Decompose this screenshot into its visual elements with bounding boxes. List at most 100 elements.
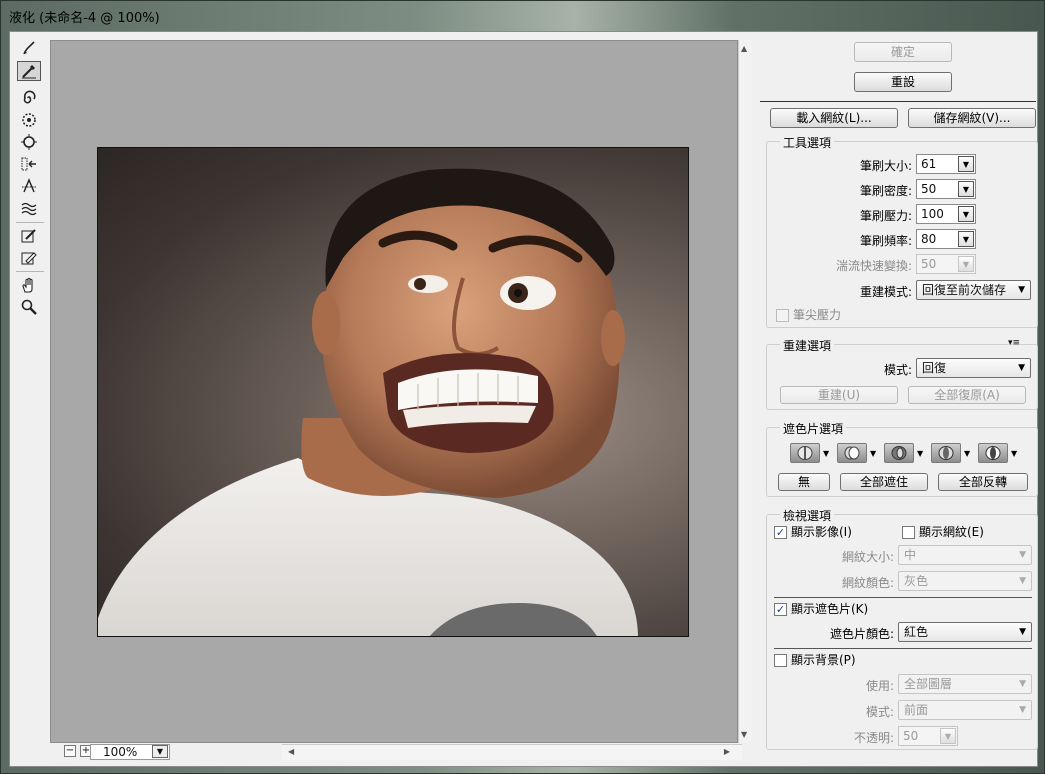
chevron-down-icon[interactable]: ▼: [940, 728, 956, 744]
chevron-down-icon[interactable]: ▼: [958, 156, 974, 172]
reconstruct-options-mode-select[interactable]: 回復 ▼: [916, 358, 1031, 378]
reconstruct-tool[interactable]: [17, 61, 41, 81]
turbulent-jitter-field[interactable]: 50 ▼: [916, 254, 976, 274]
chevron-down-icon: ▼: [1018, 285, 1025, 295]
view-options-title: 檢視選項: [780, 507, 835, 524]
brush-size-label: 筆刷大小:: [859, 159, 912, 173]
mask-replace-selection-button[interactable]: [790, 443, 820, 463]
mask-subtract-selection-button[interactable]: [884, 443, 914, 463]
chevron-down-icon[interactable]: ▼: [958, 256, 974, 272]
scroll-left-icon[interactable]: ◀: [288, 747, 294, 756]
reconstruct-options-title: 重建選項: [780, 337, 835, 354]
mask-subtract-icon: [891, 446, 907, 460]
freeze-mask-tool[interactable]: [17, 226, 41, 246]
checkmark-icon: ✓: [774, 603, 787, 616]
invert-all-button[interactable]: 全部反轉: [938, 473, 1028, 491]
push-left-tool[interactable]: [17, 154, 41, 174]
backdrop-mode-select[interactable]: 前面 ▼: [898, 700, 1032, 720]
panel-menu-icon[interactable]: ▾≡: [1008, 338, 1020, 348]
show-mesh-checkbox[interactable]: 顯示網紋(E): [902, 525, 984, 539]
thaw-mask-tool[interactable]: [17, 248, 41, 268]
mask-add-icon: [844, 446, 860, 460]
divider: [760, 101, 1036, 102]
twirl-tool[interactable]: [17, 88, 41, 108]
toolbar-divider: [16, 271, 44, 272]
hand-tool[interactable]: [17, 275, 41, 295]
bloat-tool[interactable]: [17, 132, 41, 152]
brush-rate-field[interactable]: 80 ▼: [916, 229, 976, 249]
chevron-down-icon: ▼: [1019, 627, 1026, 637]
show-image-checkbox[interactable]: ✓ 顯示影像(I): [774, 525, 852, 539]
zoom-out-button[interactable]: −: [64, 745, 76, 757]
preview-image[interactable]: [97, 147, 689, 637]
chevron-down-icon: ▼: [1019, 679, 1026, 689]
turbulence-icon: [21, 202, 37, 216]
chevron-down-icon[interactable]: ▼: [917, 449, 923, 458]
save-mesh-button[interactable]: 儲存網紋(V)...: [908, 108, 1036, 128]
vertical-scrollbar[interactable]: ▲ ▼: [738, 40, 752, 743]
reconstruct-mode-select[interactable]: 回復至前次儲存 ▼: [916, 280, 1031, 300]
mask-intersect-selection-button[interactable]: [931, 443, 961, 463]
mesh-color-select[interactable]: 灰色 ▼: [898, 571, 1032, 591]
chevron-down-icon: ▼: [1018, 363, 1025, 373]
mirror-icon: [22, 178, 36, 193]
brush-size-field[interactable]: 61 ▼: [916, 154, 976, 174]
mesh-size-select[interactable]: 中 ▼: [898, 545, 1032, 565]
zoom-icon: [21, 299, 37, 315]
reconstruct-mode-label: 重建模式:: [859, 285, 912, 299]
chevron-down-icon[interactable]: ▼: [964, 449, 970, 458]
opacity-label: 不透明:: [853, 731, 894, 745]
chevron-down-icon[interactable]: ▼: [823, 449, 829, 458]
use-layer-select[interactable]: 全部圖層 ▼: [898, 674, 1032, 694]
mask-color-select[interactable]: 紅色 ▼: [898, 622, 1032, 642]
turbulence-tool[interactable]: [17, 198, 41, 218]
chevron-down-icon: ▼: [1019, 576, 1026, 586]
mirror-tool[interactable]: [17, 176, 41, 196]
mask-invert-selection-button[interactable]: [978, 443, 1008, 463]
show-backdrop-checkbox[interactable]: 顯示背景(P): [774, 653, 856, 667]
zoom-status-bar: − + 100% ▼ ◀ ▶: [50, 743, 752, 761]
title-bar[interactable]: 液化 (未命名-4 @ 100%): [1, 1, 1044, 31]
checkmark-icon: ✓: [774, 526, 787, 539]
mask-invert-icon: [985, 446, 1001, 460]
freeze-mask-icon: [21, 229, 36, 243]
mask-options-title: 遮色片選項: [780, 420, 847, 437]
reconstruct-icon: [22, 65, 36, 79]
chevron-down-icon[interactable]: ▼: [958, 231, 974, 247]
reconstruct-button[interactable]: 重建(U): [780, 386, 898, 404]
zoom-tool[interactable]: [17, 297, 41, 317]
chevron-down-icon[interactable]: ▼: [870, 449, 876, 458]
pucker-tool[interactable]: [17, 110, 41, 130]
brush-pressure-field[interactable]: 100 ▼: [916, 204, 976, 224]
forward-warp-tool[interactable]: [17, 38, 41, 58]
show-mask-checkbox[interactable]: ✓ 顯示遮色片(K): [774, 602, 868, 616]
horizontal-scrollbar[interactable]: ◀ ▶: [282, 744, 742, 760]
chevron-down-icon[interactable]: ▼: [1011, 449, 1017, 458]
chevron-down-icon: ▼: [1019, 705, 1026, 715]
zoom-dropdown-icon[interactable]: ▼: [152, 745, 168, 758]
scroll-right-icon[interactable]: ▶: [724, 747, 730, 756]
scroll-up-icon[interactable]: ▲: [741, 44, 747, 53]
opacity-field[interactable]: 50 ▼: [898, 726, 958, 746]
preview-canvas[interactable]: [50, 40, 738, 743]
chevron-down-icon[interactable]: ▼: [958, 206, 974, 222]
divider: [774, 597, 1032, 598]
brush-density-field[interactable]: 50 ▼: [916, 179, 976, 199]
chevron-down-icon[interactable]: ▼: [958, 181, 974, 197]
turbulent-jitter-label: 湍流快速變換:: [835, 259, 912, 273]
scroll-down-icon[interactable]: ▼: [741, 730, 747, 739]
stylus-pressure-checkbox[interactable]: 筆尖壓力: [776, 308, 841, 322]
reset-button[interactable]: 重設: [854, 72, 952, 92]
tool-options-title: 工具選項: [780, 134, 835, 151]
push-left-icon: [21, 157, 36, 171]
ok-button[interactable]: 確定: [854, 42, 952, 62]
hand-icon: [22, 277, 33, 293]
checkbox-box: [774, 654, 787, 667]
mask-all-button[interactable]: 全部遮住: [840, 473, 928, 491]
dialog-client: ▲ ▼ − + 100% ▼ ◀ ▶ 確定 重設 載入網紋(L)... 儲存網紋…: [9, 31, 1038, 767]
mask-none-button[interactable]: 無: [778, 473, 830, 491]
twirl-clockwise-icon: [23, 90, 36, 104]
load-mesh-button[interactable]: 載入網紋(L)...: [770, 108, 898, 128]
restore-all-button[interactable]: 全部復原(A): [908, 386, 1026, 404]
mask-add-to-selection-button[interactable]: [837, 443, 867, 463]
